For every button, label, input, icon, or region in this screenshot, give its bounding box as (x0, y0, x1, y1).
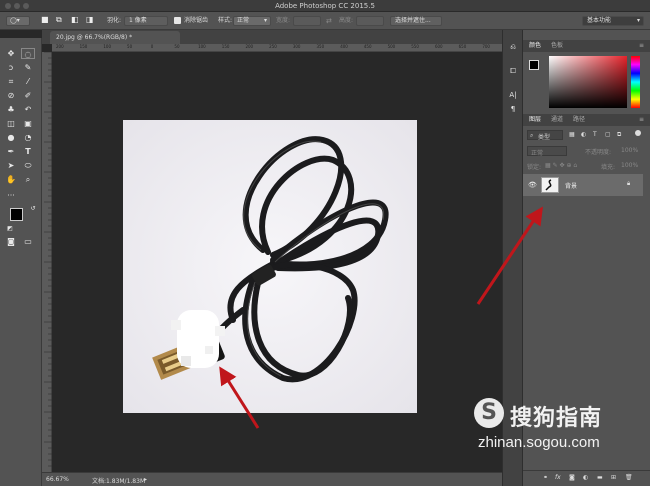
watermark-brand: 搜狗指南 (510, 406, 603, 431)
watermark-url: zhinan.sogou.com (478, 434, 600, 451)
sogou-logo-icon: S (474, 398, 504, 428)
annotation-arrow-cable (219, 366, 260, 429)
annotation-arrow-layer (476, 206, 543, 305)
